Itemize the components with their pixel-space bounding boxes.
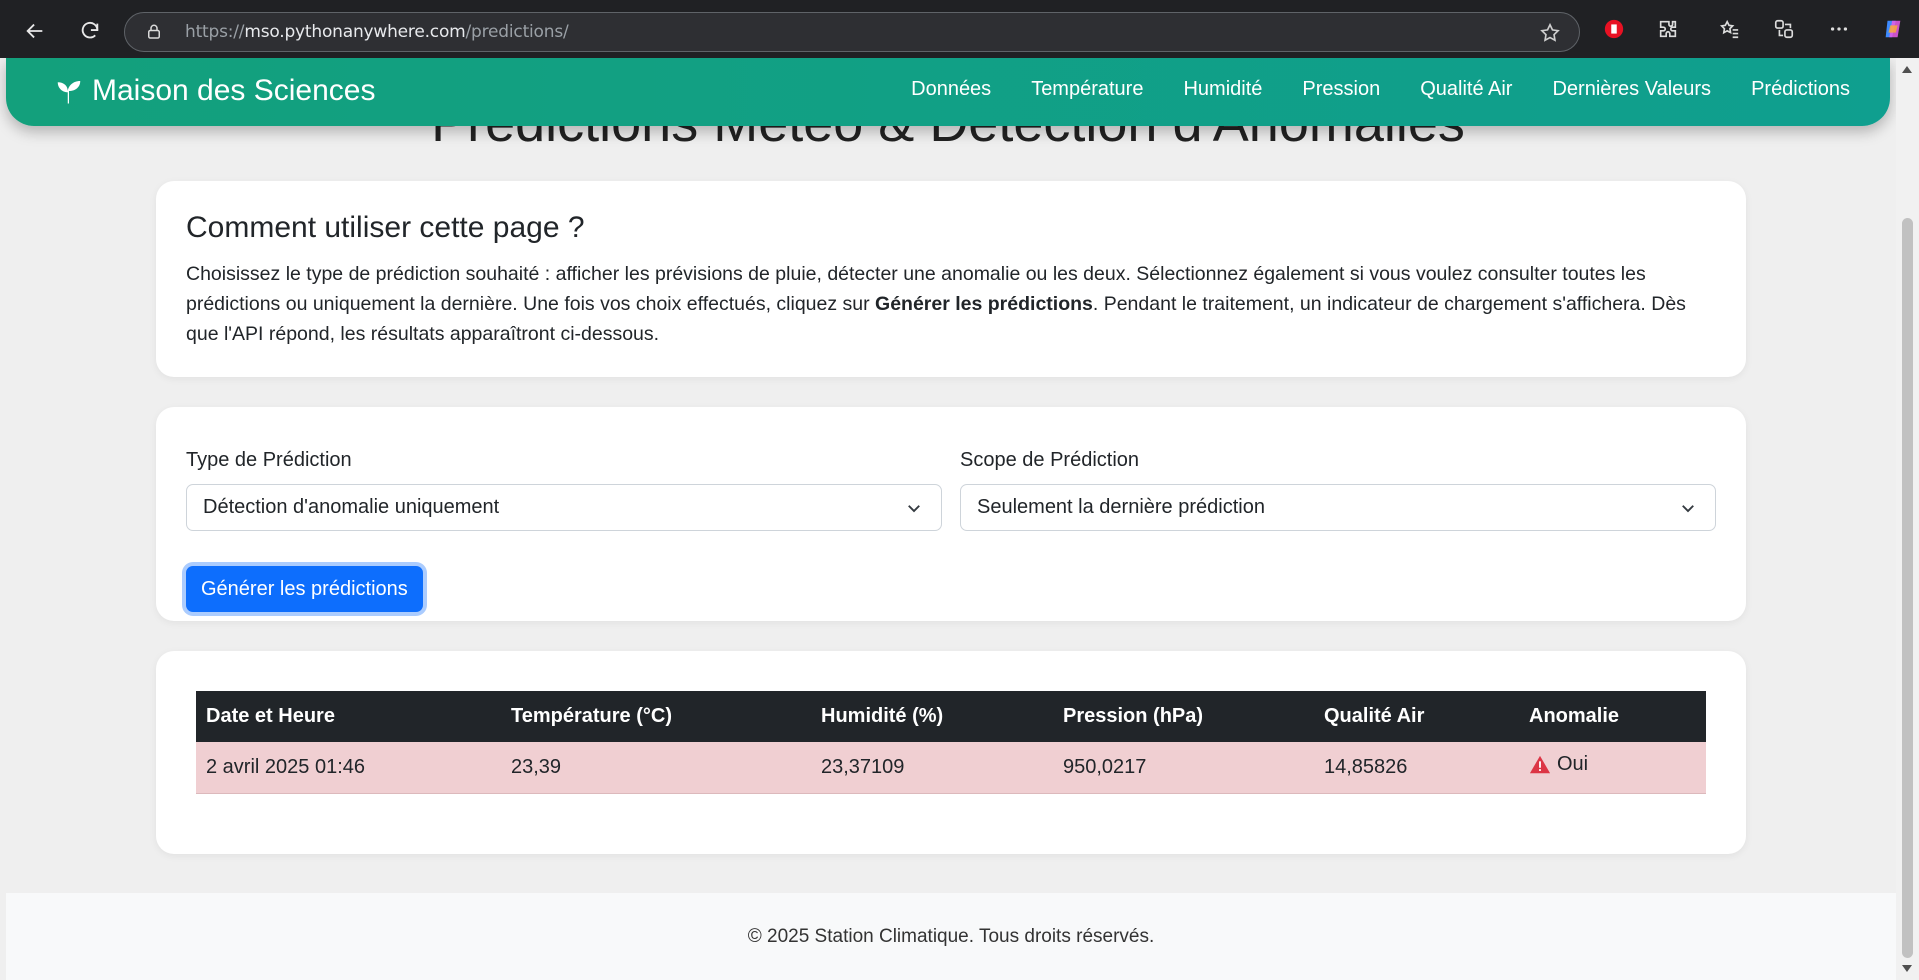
scope-field: Scope de Prédiction Seulement la dernièr…	[960, 449, 1716, 531]
chevron-down-icon	[1682, 505, 1694, 513]
address-bar[interactable]: https://mso.pythonanywhere.com/predictio…	[124, 12, 1580, 52]
scope-selected-value: Seulement la dernière prédiction	[977, 496, 1265, 518]
cell-temperature: 23,39	[501, 742, 811, 794]
site-navbar: Maison des Sciences Données Température …	[6, 58, 1890, 126]
table-header-row: Date et Heure Température (°C) Humidité …	[196, 691, 1706, 742]
favorites-icon[interactable]	[1713, 13, 1745, 45]
lock-icon	[145, 22, 165, 42]
warning-triangle-icon	[1529, 755, 1551, 773]
chevron-down-icon	[908, 505, 920, 513]
help-heading: Comment utiliser cette page ?	[186, 211, 585, 244]
results-table: Date et Heure Température (°C) Humidité …	[196, 691, 1706, 794]
cell-pressure: 950,0217	[1053, 742, 1314, 794]
help-card: Comment utiliser cette page ? Choisissez…	[156, 181, 1746, 377]
cell-anomaly: Oui	[1519, 742, 1706, 794]
stop-extension-icon[interactable]	[1598, 13, 1630, 45]
anomaly-indicator: Oui	[1529, 753, 1588, 776]
browser-toolbar: https://mso.pythonanywhere.com/predictio…	[0, 0, 1919, 58]
page-footer: © 2025 Station Climatique. Tous droits r…	[6, 893, 1896, 980]
column-header: Température (°C)	[501, 691, 811, 742]
table-row: 2 avril 2025 01:46 23,39 23,37109 950,02…	[196, 742, 1706, 794]
copilot-icon[interactable]	[1877, 13, 1909, 45]
url-text: https://mso.pythonanywhere.com/predictio…	[185, 22, 569, 42]
cell-humidity: 23,37109	[811, 742, 1053, 794]
page-viewport: Prédictions Météo & Détection d'Anomalie…	[0, 58, 1896, 980]
column-header: Anomalie	[1519, 691, 1706, 742]
seedling-icon	[57, 81, 81, 104]
bookmark-star-icon[interactable]	[1539, 22, 1561, 44]
generate-predictions-button[interactable]: Générer les prédictions	[186, 566, 423, 612]
nav-link-temperature[interactable]: Température	[1031, 78, 1143, 101]
help-text: Choisissez le type de prédiction souhait…	[186, 263, 1686, 345]
back-icon[interactable]	[15, 11, 55, 51]
nav-link-qualite-air[interactable]: Qualité Air	[1420, 78, 1512, 101]
vertical-scrollbar[interactable]	[1896, 58, 1919, 980]
type-label: Type de Prédiction	[186, 449, 352, 471]
nav-link-pression[interactable]: Pression	[1302, 78, 1380, 101]
prediction-form-card: Type de Prédiction Détection d'anomalie …	[156, 407, 1746, 621]
collections-icon[interactable]	[1768, 13, 1800, 45]
nav-link-donnees[interactable]: Données	[911, 78, 991, 101]
type-select[interactable]: Détection d'anomalie uniquement	[186, 484, 942, 531]
cell-datetime: 2 avril 2025 01:46	[196, 742, 501, 794]
scope-label: Scope de Prédiction	[960, 449, 1140, 471]
column-header: Pression (hPa)	[1053, 691, 1314, 742]
column-header: Qualité Air	[1314, 691, 1519, 742]
nav-link-humidite[interactable]: Humidité	[1183, 78, 1262, 101]
scrollbar-thumb[interactable]	[1902, 218, 1913, 958]
brand-link[interactable]: Maison des Sciences	[54, 74, 375, 108]
type-selected-value: Détection d'anomalie uniquement	[203, 496, 500, 518]
results-card: Date et Heure Température (°C) Humidité …	[156, 651, 1746, 854]
footer-text: © 2025 Station Climatique. Tous droits r…	[747, 925, 1155, 947]
nav-menu: Données Température Humidité Pression Qu…	[871, 78, 1850, 101]
column-header: Date et Heure	[196, 691, 501, 742]
reload-icon[interactable]	[70, 11, 110, 51]
nav-link-dernieres-valeurs[interactable]: Dernières Valeurs	[1552, 78, 1711, 101]
extensions-icon[interactable]	[1652, 13, 1684, 45]
type-field: Type de Prédiction Détection d'anomalie …	[186, 449, 942, 531]
cell-air-quality: 14,85826	[1314, 742, 1519, 794]
more-options-icon[interactable]	[1823, 13, 1855, 45]
nav-link-predictions[interactable]: Prédictions	[1751, 78, 1850, 101]
scope-select[interactable]: Seulement la dernière prédiction	[960, 484, 1716, 531]
brand-name: Maison des Sciences	[92, 74, 376, 107]
column-header: Humidité (%)	[811, 691, 1053, 742]
scroll-up-arrow-icon[interactable]	[1902, 66, 1912, 73]
anomaly-value: Oui	[1557, 753, 1589, 775]
scroll-down-arrow-icon[interactable]	[1902, 965, 1912, 972]
